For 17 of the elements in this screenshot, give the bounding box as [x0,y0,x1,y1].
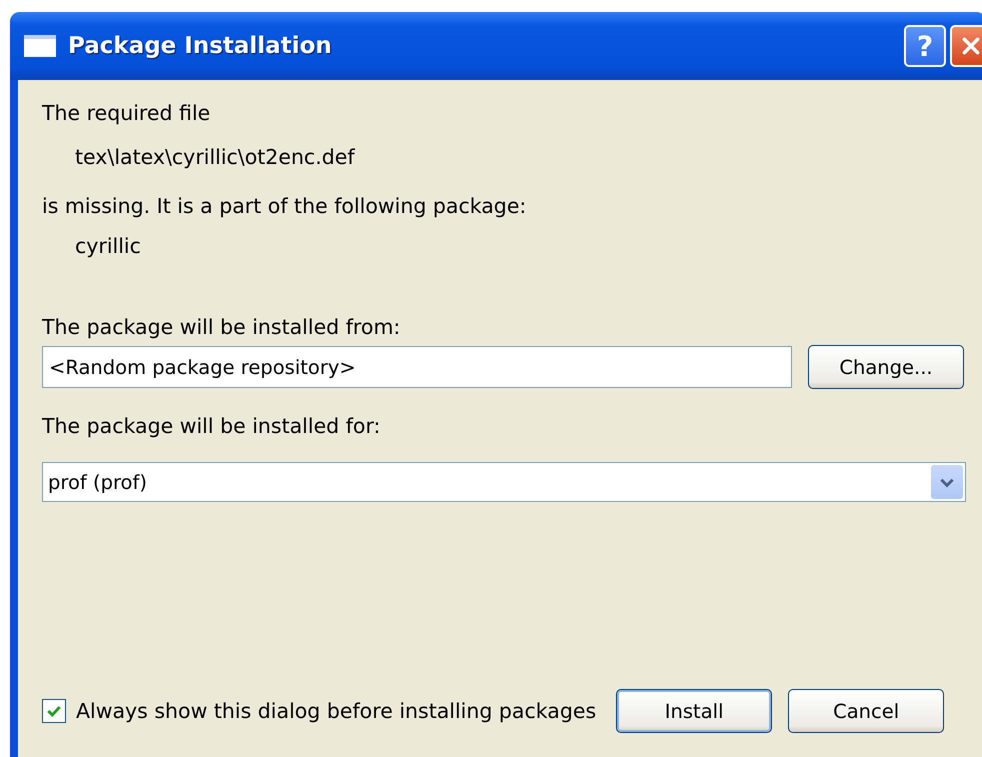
source-label: The package will be installed from: [42,315,402,339]
dialog-button[interactable]: Cancel [788,689,944,733]
close-icon[interactable] [960,35,982,57]
missing-text: is missing. It is a part of the following package: [42,194,528,218]
window-icon [24,35,56,57]
change-button[interactable]: Change... [808,345,964,389]
file-path: tex\latex\cyrillic\ot2enc.def [74,145,356,169]
dialog-button[interactable]: Install [616,689,772,733]
package-name: cyrillic [74,234,142,258]
close-button[interactable] [950,25,982,67]
window-title: Package Installation [68,33,332,59]
help-button[interactable]: ? [904,25,946,67]
intro-text: The required file [42,101,212,125]
source-field[interactable]: <Random package repository> [42,346,792,388]
always-show-label[interactable]: Always show this dialog before installing packages [76,699,596,723]
target-label: The package will be installed for: [42,414,382,438]
user-dropdown[interactable]: prof (prof) [42,462,966,502]
